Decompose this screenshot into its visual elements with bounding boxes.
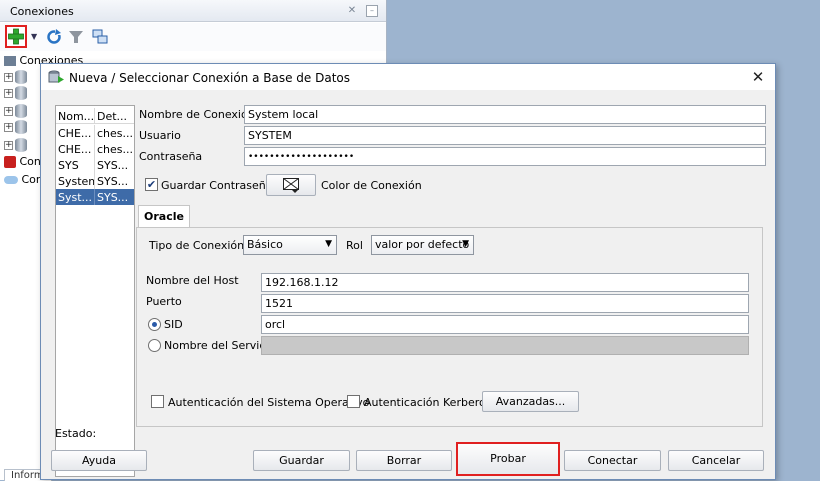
table-row[interactable]: CHE... ches... [56, 125, 134, 141]
color-picker-icon [283, 178, 299, 193]
connection-color-label: Color de Conexión [321, 179, 422, 192]
dropdown-arrow-icon[interactable]: ▼ [31, 32, 47, 48]
user-field[interactable]: SYSTEM [244, 126, 766, 145]
connect-button[interactable]: Conectar [564, 450, 661, 471]
panel-toolbar: ▼ [0, 23, 386, 51]
cell-name: Syst... [58, 191, 93, 204]
cell-details: SYS... [97, 175, 129, 188]
os-auth-label: Autenticación del Sistema Operativo [168, 396, 370, 409]
tree-item-label: Con [19, 155, 41, 168]
role-value: valor por defecto [375, 238, 470, 251]
database-cloud-icon [4, 156, 16, 168]
save-button[interactable]: Guardar [253, 450, 350, 471]
password-field[interactable]: •••••••••••••••••••• [244, 147, 766, 166]
panel-title: Conexiones [10, 5, 74, 18]
test-button[interactable]: Probar [456, 442, 560, 476]
kerberos-label: Autenticación Kerberos [364, 396, 492, 409]
tree-item[interactable]: + [4, 86, 27, 102]
cell-name: CHE... [58, 143, 92, 156]
connection-name-label: Nombre de Conexión [139, 108, 255, 121]
cell-details: ches... [97, 127, 133, 140]
table-row[interactable]: System SYS... [56, 173, 134, 189]
cancel-button[interactable]: Cancelar [668, 450, 764, 471]
refresh-icon[interactable] [46, 29, 62, 45]
column-header-name[interactable]: Nom... [58, 110, 94, 123]
save-password-label: Guardar Contraseña [161, 179, 273, 192]
help-button[interactable]: Ayuda [51, 450, 147, 471]
password-label: Contraseña [139, 150, 203, 163]
chevron-down-icon: ▼ [325, 239, 332, 249]
plus-icon [8, 28, 24, 45]
connection-type-select[interactable]: Básico ▼ [243, 235, 337, 255]
expand-icon[interactable]: + [4, 72, 13, 82]
advanced-button[interactable]: Avanzadas... [482, 391, 579, 412]
expand-icon[interactable]: + [4, 122, 13, 132]
hostname-field[interactable]: 192.168.1.12 [261, 273, 749, 292]
minimize-icon[interactable]: – [366, 5, 378, 17]
tree-item-cloud[interactable]: Con [4, 173, 43, 189]
sid-field[interactable]: orcl [261, 315, 749, 334]
new-connection-dialog: Nueva / Seleccionar Conexión a Base de D… [40, 63, 776, 480]
tab-oracle[interactable]: Oracle [138, 205, 190, 228]
connection-color-button[interactable] [266, 174, 316, 196]
database-icon [15, 86, 27, 100]
dialog-titlebar: Nueva / Seleccionar Conexión a Base de D… [41, 64, 775, 90]
column-header-details[interactable]: Det... [97, 110, 133, 123]
cell-name: System [58, 175, 94, 188]
kerberos-checkbox[interactable] [347, 395, 360, 408]
panel-titlebar: Conexiones ✕ – [0, 0, 386, 22]
role-label: Rol [346, 239, 363, 252]
tree-item-cloud-db[interactable]: Con [4, 155, 41, 171]
status-label: Estado: [55, 427, 97, 440]
cell-details: ches... [97, 143, 133, 156]
connection-type-label: Tipo de Conexión [149, 239, 245, 252]
database-icon [15, 104, 27, 118]
table-header: Nom... Det... [56, 108, 134, 124]
tree-item[interactable]: + [4, 70, 27, 86]
close-icon[interactable]: ✕ [747, 67, 769, 87]
connections-icon [4, 56, 16, 66]
tree-item[interactable]: + [4, 120, 27, 136]
tree-item[interactable]: + [4, 104, 27, 120]
port-label: Puerto [146, 295, 182, 308]
cell-details: SYS... [97, 159, 129, 172]
chevron-down-icon: ▼ [462, 239, 469, 249]
add-connection-button[interactable] [5, 25, 27, 48]
service-name-radio[interactable] [148, 339, 161, 352]
dialog-title: Nueva / Seleccionar Conexión a Base de D… [69, 71, 350, 85]
database-icon [15, 70, 27, 84]
connection-type-value: Básico [247, 238, 283, 251]
cell-name: SYS [58, 159, 79, 172]
filter-icon[interactable] [68, 29, 84, 45]
port-field[interactable]: 1521 [261, 294, 749, 313]
cell-details: SYS... [97, 191, 129, 204]
os-auth-checkbox[interactable] [151, 395, 164, 408]
schema-browser-icon[interactable] [92, 29, 108, 45]
close-icon[interactable]: ✕ [346, 5, 358, 17]
save-password-checkbox[interactable]: ✔ [145, 178, 158, 191]
role-select[interactable]: valor por defecto ▼ [371, 235, 474, 255]
connection-name-field[interactable]: System local [244, 105, 766, 124]
connections-table[interactable]: Nom... Det... CHE... ches... CHE... ches… [55, 105, 135, 477]
tree-item[interactable]: + [4, 138, 27, 154]
service-name-field[interactable] [261, 336, 749, 355]
database-icon [15, 138, 27, 152]
user-label: Usuario [139, 129, 181, 142]
hostname-label: Nombre del Host [146, 274, 239, 287]
table-row-selected[interactable]: Syst... SYS... [56, 189, 134, 205]
expand-icon[interactable]: + [4, 106, 13, 116]
sid-radio[interactable] [148, 318, 161, 331]
expand-icon[interactable]: + [4, 140, 13, 150]
database-connect-icon [48, 70, 64, 83]
table-row[interactable]: CHE... ches... [56, 141, 134, 157]
delete-button[interactable]: Borrar [356, 450, 452, 471]
database-icon [15, 120, 27, 134]
cell-name: CHE... [58, 127, 92, 140]
expand-icon[interactable]: + [4, 88, 13, 98]
table-row[interactable]: SYS SYS... [56, 157, 134, 173]
cloud-icon [4, 176, 18, 184]
sid-label: SID [164, 318, 183, 331]
service-name-label: Nombre del Servicio [164, 339, 276, 352]
